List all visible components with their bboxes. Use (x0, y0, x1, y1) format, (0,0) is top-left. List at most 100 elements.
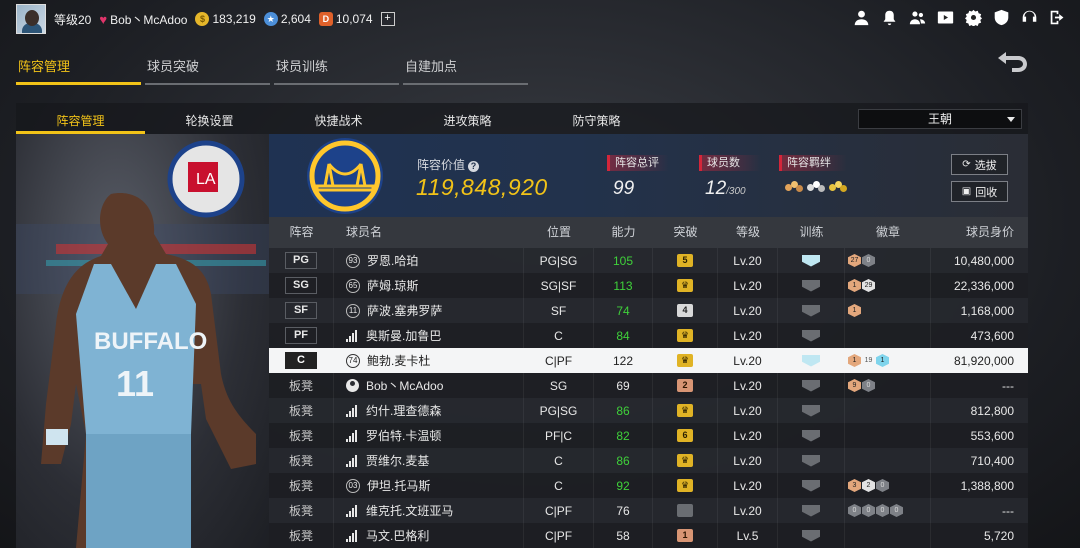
back-arrow-icon[interactable] (994, 50, 1030, 74)
cell-player-name[interactable]: 03 伊坦.托马斯 (334, 473, 524, 498)
shield-icon[interactable] (992, 8, 1010, 26)
profile-icon[interactable] (852, 8, 870, 26)
select-button-label: 选拔 (974, 159, 997, 172)
player-count-max: /300 (726, 186, 746, 197)
cell-lineup[interactable]: PG (269, 248, 334, 273)
table-row[interactable]: 板凳 Bob丶McAdoo SG 69 2 Lv.20 90 --- (269, 373, 1028, 398)
training-icon[interactable] (802, 304, 820, 317)
cell-player-name[interactable]: 奥斯曼.加鲁巴 (334, 323, 524, 348)
settings-gear-icon[interactable] (964, 8, 982, 26)
cell-lineup[interactable]: SF (269, 298, 334, 323)
subtab-offense-strategy[interactable]: 进攻策略 (403, 103, 532, 134)
cell-lineup[interactable]: C (269, 348, 334, 373)
col-player-value[interactable]: 球员身价 (931, 217, 1028, 248)
cell-player-name[interactable]: 65 萨姆.琼斯 (334, 273, 524, 298)
cell-level: Lv.20 (718, 473, 778, 498)
table-row[interactable]: C 74 鲍勃.麦卡杜 C|PF 122 ♛ Lv.20 1 19 1 81,920,… (269, 348, 1028, 373)
col-ability[interactable]: 能力 (594, 217, 653, 248)
training-icon[interactable] (802, 479, 820, 492)
diamond-icon: D (318, 12, 333, 26)
col-lineup[interactable]: 阵容 (269, 217, 334, 248)
training-icon[interactable] (802, 329, 820, 342)
video-icon[interactable] (936, 8, 954, 26)
col-training[interactable]: 训练 (778, 217, 845, 248)
cell-lineup[interactable]: 板凳 (269, 523, 334, 548)
cell-player-name[interactable]: 74 鲍勃.麦卡杜 (334, 348, 524, 373)
cell-ability: 82 (594, 423, 653, 448)
bond-icon[interactable] (829, 181, 847, 193)
table-row[interactable]: 板凳 03 伊坦.托马斯 C 92 ♛ Lv.20 320 1,388,800 (269, 473, 1028, 498)
table-row[interactable]: PF 奥斯曼.加鲁巴 C 84 ♛ Lv.20 473,600 (269, 323, 1028, 348)
cell-lineup[interactable]: 板凳 (269, 423, 334, 448)
lineup-value-label: 阵容价值? (417, 156, 480, 173)
training-icon[interactable] (802, 504, 820, 517)
select-button[interactable]: ⟳ 选拔 (951, 154, 1008, 175)
subtab-quick-tactics[interactable]: 快捷战术 (274, 103, 403, 134)
cell-player-name[interactable]: 11 萨波.塞弗罗萨 (334, 298, 524, 323)
table-row[interactable]: 板凳 马文.巴格利 C|PF 58 1 Lv.5 5,720 (269, 523, 1028, 548)
cell-lineup[interactable]: 板凳 (269, 373, 334, 398)
cell-player-name[interactable]: 马文.巴格利 (334, 523, 524, 548)
player-count-label: 球员数 (699, 155, 761, 171)
cell-player-name[interactable]: 维克托.文班亚马 (334, 498, 524, 523)
training-icon[interactable] (802, 454, 820, 467)
col-player-name[interactable]: 球员名 (334, 217, 524, 248)
cell-lineup[interactable]: 板凳 (269, 398, 334, 423)
col-badges[interactable]: 徽章 (845, 217, 931, 248)
cell-position: C (524, 473, 594, 498)
table-row[interactable]: 板凳 约什.理查德森 PG|SG 86 ♛ Lv.20 812,800 (269, 398, 1028, 423)
bond-icon[interactable] (785, 181, 803, 193)
table-row[interactable]: 板凳 罗伯特.卡温顿 PF|C 82 6 Lv.20 553,600 (269, 423, 1028, 448)
training-icon[interactable] (802, 354, 820, 367)
table-row[interactable]: 板凳 维克托.文班亚马 C|PF 76 Lv.20 0000 --- (269, 498, 1028, 523)
lineup-type-dropdown[interactable]: 王朝 (858, 109, 1022, 129)
training-icon[interactable] (802, 529, 820, 542)
table-row[interactable]: 板凳 贾维尔.麦基 C 86 ♛ Lv.20 710,400 (269, 448, 1028, 473)
cell-lineup[interactable]: 板凳 (269, 473, 334, 498)
cell-badges: 0000 (845, 498, 931, 523)
table-row[interactable]: SG 65 萨姆.琼斯 SG|SF 113 ♛ Lv.20 1 29 22,336,… (269, 273, 1028, 298)
badge-count: 0 (876, 504, 889, 517)
cell-lineup[interactable]: SG (269, 273, 334, 298)
tab-player-breakthrough[interactable]: 球员突破 (145, 52, 270, 85)
training-icon[interactable] (802, 404, 820, 417)
cell-player-name[interactable]: 93 罗恩.哈珀 (334, 248, 524, 273)
cell-lineup[interactable]: PF (269, 323, 334, 348)
bond-icons[interactable] (785, 181, 847, 193)
training-icon[interactable] (802, 379, 820, 392)
diamond-currency: D 10,074 (318, 12, 373, 26)
tab-lineup-management[interactable]: 阵容管理 (16, 52, 141, 85)
col-level[interactable]: 等级 (718, 217, 778, 248)
col-breakthrough[interactable]: 突破 (653, 217, 718, 248)
friends-icon[interactable] (908, 8, 926, 26)
training-icon[interactable] (802, 279, 820, 292)
cell-player-name[interactable]: Bob丶McAdoo (334, 373, 524, 398)
training-icon[interactable] (802, 429, 820, 442)
cell-lineup[interactable]: 板凳 (269, 448, 334, 473)
table-row[interactable]: PG 93 罗恩.哈珀 PG|SG 105 5 Lv.20 27 0 10,480,… (269, 248, 1028, 273)
help-icon[interactable]: ? (468, 161, 480, 172)
tab-player-training[interactable]: 球员训练 (274, 52, 399, 85)
exit-icon[interactable] (1048, 8, 1066, 26)
add-currency-button[interactable]: + (380, 12, 395, 26)
col-position[interactable]: 位置 (524, 217, 594, 248)
cell-player-name[interactable]: 罗伯特.卡温顿 (334, 423, 524, 448)
tab-custom-points[interactable]: 自建加点 (403, 52, 528, 85)
subtab-rotation[interactable]: 轮换设置 (145, 103, 274, 134)
notification-bell-icon[interactable] (880, 8, 898, 26)
subtab-lineup[interactable]: 阵容管理 (16, 103, 145, 134)
lineup-slot: PF (285, 327, 317, 344)
headset-support-icon[interactable] (1020, 8, 1038, 26)
cell-badges (845, 398, 931, 423)
cell-player-value: 710,400 (970, 453, 1014, 468)
training-icon[interactable] (802, 254, 820, 267)
recycle-button[interactable]: ▣ 回收 (951, 181, 1008, 202)
bond-icon[interactable] (807, 181, 825, 193)
cell-lineup[interactable]: 板凳 (269, 498, 334, 523)
table-row[interactable]: SF 11 萨波.塞弗罗萨 SF 74 4 Lv.20 1 1,168,000 (269, 298, 1028, 323)
avatar[interactable] (16, 4, 46, 34)
cell-player-name[interactable]: 约什.理查德森 (334, 398, 524, 423)
cell-player-name[interactable]: 贾维尔.麦基 (334, 448, 524, 473)
subtab-defense-strategy[interactable]: 防守策略 (532, 103, 661, 134)
player-name: 罗恩.哈珀 (367, 254, 419, 268)
